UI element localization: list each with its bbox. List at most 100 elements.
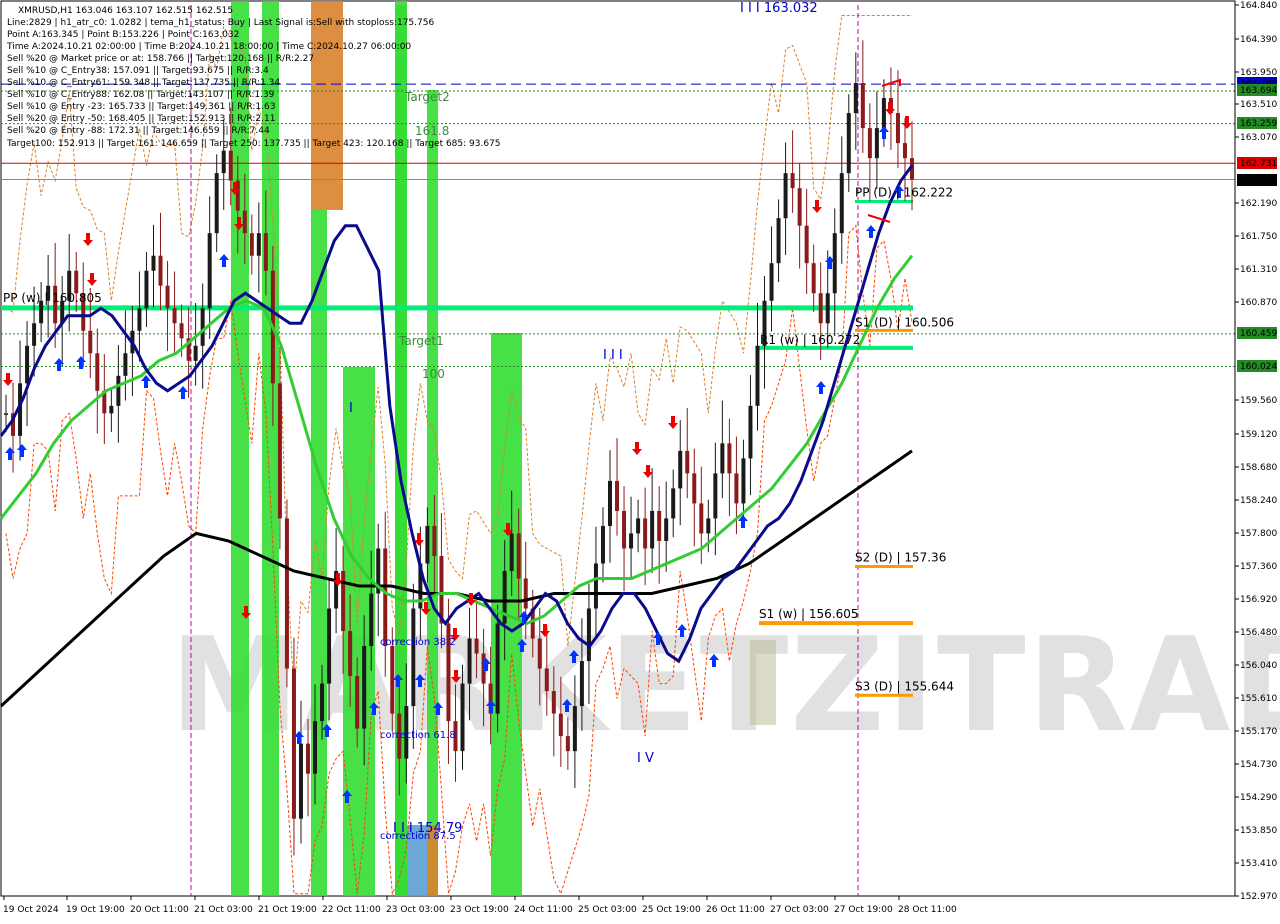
y-tick-label-2: 163.950 — [1240, 68, 1277, 78]
y-tick-label-7: 161.310 — [1240, 265, 1277, 275]
candle-body-60 — [425, 525, 430, 564]
candle-body-31 — [221, 150, 226, 174]
candle-body-28 — [200, 308, 205, 346]
candle-body-73 — [516, 533, 521, 579]
candle-body-105 — [741, 458, 746, 504]
candle-body-25 — [179, 323, 184, 339]
candle-body-27 — [193, 345, 198, 361]
candle-body-123 — [867, 128, 872, 159]
info-line-2: Point A:163.345 | Point B:153.226 | Poin… — [7, 30, 239, 40]
chart-area: MARKETZITRADE PP (w) | 160.805PP (D) | 1… — [0, 0, 1280, 920]
candle-body-113 — [797, 188, 802, 226]
annotation-7: I — [349, 401, 353, 416]
pivot-label-4: S2 (D) | 157.36 — [855, 550, 946, 564]
x-tick-label-7: 23 Oct 19:00 — [450, 905, 509, 915]
candle-body-10 — [74, 270, 79, 294]
y-tick-label-3: 163.510 — [1240, 100, 1277, 110]
candle-body-83 — [586, 608, 591, 662]
candle-body-43 — [306, 743, 310, 774]
candle-body-48 — [341, 570, 346, 632]
candle-body-127 — [895, 113, 900, 144]
zone-band-0 — [231, 1, 249, 5]
candle-body-77 — [544, 668, 549, 692]
x-tick-label-11: 26 Oct 11:00 — [706, 905, 765, 915]
candle-body-50 — [355, 676, 360, 729]
x-tick-label-0: 19 Oct 2024 — [3, 905, 59, 915]
annotation-5: 100 — [422, 367, 445, 381]
candle-body-111 — [783, 173, 788, 219]
info-line-4: Sell %20 @ Market price or at: 158.766 |… — [7, 54, 314, 64]
pivot-label-2: S1 (D) | 160.506 — [855, 315, 954, 329]
pivot-label-6: S3 (D) | 155.644 — [855, 679, 954, 693]
candle-body-121 — [853, 83, 858, 114]
candle-body-102 — [720, 443, 725, 474]
x-tick-label-1: 19 Oct 19:00 — [66, 905, 125, 915]
candle-body-45 — [320, 683, 325, 722]
candle-body-79 — [558, 713, 563, 737]
candle-body-24 — [172, 308, 177, 324]
candle-body-36 — [256, 233, 261, 256]
candle-body-78 — [551, 691, 556, 714]
price-axis: 164.840 164.390 163.950 163.510 163.070 162.1… — [1234, 1, 1277, 902]
zone-band-3 — [311, 1, 343, 210]
pivot-label-3: R1 (w) | 160.272 — [760, 333, 860, 347]
candle-body-58 — [411, 608, 416, 707]
candle-body-119 — [839, 173, 844, 234]
candle-body-118 — [832, 233, 837, 294]
y-tick-label-20: 154.730 — [1240, 760, 1277, 770]
candle-body-4 — [32, 323, 37, 346]
candle-body-104 — [734, 473, 739, 504]
candle-body-13 — [95, 353, 100, 391]
y-tick-label-17: 156.040 — [1240, 661, 1277, 671]
candle-body-81 — [572, 706, 577, 752]
price-tag-label-1: 163.694 — [1240, 86, 1277, 96]
y-tick-label-4: 163.070 — [1240, 133, 1277, 143]
y-tick-label-9: 159.560 — [1240, 396, 1277, 406]
candle-body-19 — [137, 308, 142, 331]
candle-body-42 — [298, 743, 303, 819]
y-tick-label-1: 164.390 — [1240, 35, 1277, 45]
info-line-11: Target100: 152.913 || Target 161: 146.65… — [6, 139, 501, 149]
candle-body-82 — [579, 661, 584, 707]
pivot-label-5: S1 (w) | 156.605 — [759, 607, 859, 621]
candle-body-46 — [327, 608, 332, 684]
candle-body-88 — [622, 510, 627, 549]
candle-body-44 — [313, 721, 318, 774]
candle-body-84 — [593, 563, 598, 609]
candle-body-32 — [228, 150, 233, 181]
candle-body-109 — [769, 263, 774, 301]
x-tick-label-5: 22 Oct 11:00 — [322, 905, 381, 915]
candle-body-96 — [678, 450, 683, 489]
candle-body-15 — [109, 405, 114, 414]
candle-body-103 — [727, 443, 732, 474]
candle-body-85 — [600, 525, 605, 564]
info-line-1: Line:2829 | h1_atr_c0: 1.0282 | tema_h1_… — [7, 18, 434, 28]
x-tick-label-12: 27 Oct 03:00 — [770, 905, 829, 915]
y-tick-label-8: 160.870 — [1240, 298, 1277, 308]
candle-body-54 — [383, 548, 388, 647]
candle-body-72 — [509, 533, 514, 571]
candle-body-93 — [657, 510, 662, 541]
zone-band-10 — [750, 640, 776, 725]
x-tick-label-3: 21 Oct 03:00 — [194, 905, 253, 915]
x-tick-label-4: 21 Oct 19:00 — [258, 905, 317, 915]
candle-body-3 — [25, 345, 30, 384]
candle-body-120 — [846, 113, 851, 174]
candle-body-34 — [242, 210, 247, 234]
candle-body-100 — [706, 518, 711, 534]
candle-body-91 — [643, 518, 648, 549]
candle-body-37 — [263, 233, 268, 271]
x-tick-label-2: 20 Oct 11:00 — [130, 905, 189, 915]
candle-body-98 — [692, 473, 697, 504]
price-tag-label-6: 160.024 — [1240, 362, 1277, 372]
candle-body-86 — [608, 480, 612, 526]
candle-body-112 — [790, 173, 795, 189]
candle-body-125 — [881, 98, 886, 129]
info-line-9: Sell %20 @ Entry -50: 168.405 || Target:… — [7, 114, 275, 124]
candle-body-41 — [291, 668, 296, 819]
y-tick-label-24: 152.970 — [1240, 892, 1277, 902]
pivot-label-1: PP (D) | 162.222 — [855, 186, 953, 200]
zone-band-7 — [427, 90, 438, 896]
candle-body-70 — [495, 623, 500, 714]
candle-body-92 — [650, 510, 655, 549]
